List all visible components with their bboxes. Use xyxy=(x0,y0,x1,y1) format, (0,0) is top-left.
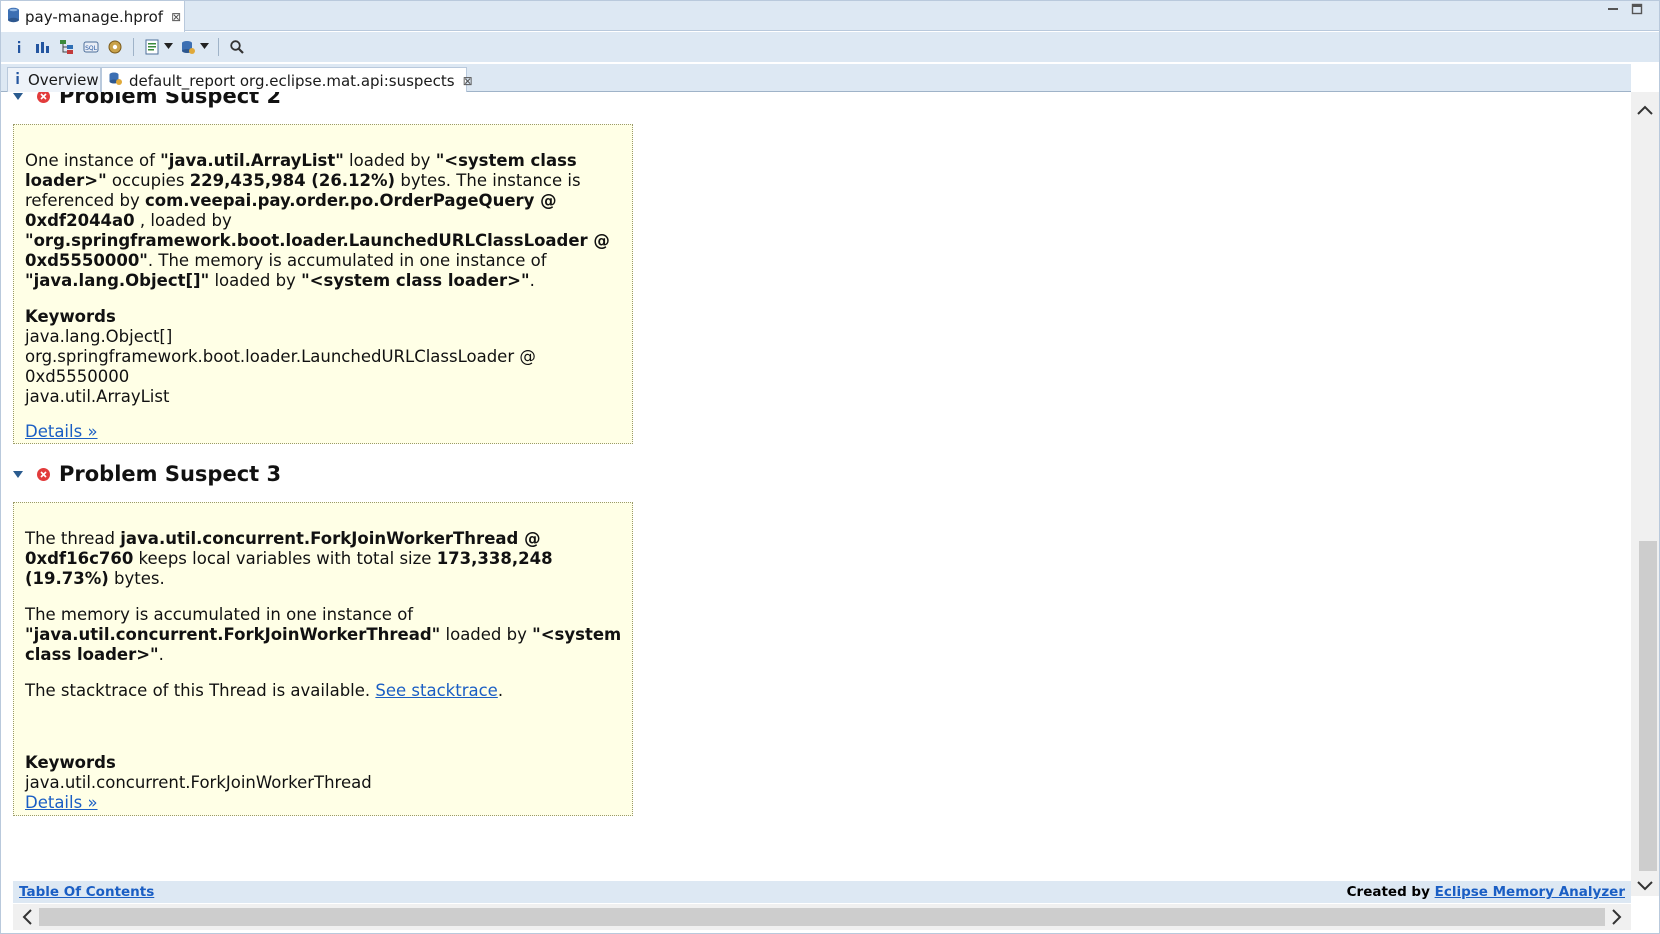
query-browser-icon[interactable] xyxy=(178,37,198,57)
report-icon xyxy=(108,71,123,90)
vertical-scrollbar[interactable] xyxy=(1631,92,1659,896)
table-of-contents-link[interactable]: Table Of Contents xyxy=(19,884,154,900)
horizontal-scrollbar[interactable] xyxy=(13,904,1631,930)
scroll-right-icon[interactable] xyxy=(1607,907,1627,927)
minimize-icon[interactable] xyxy=(1607,3,1619,18)
report-footer: Table Of Contents Created by Eclipse Mem… xyxy=(13,881,1631,903)
histogram-icon[interactable] xyxy=(33,37,53,57)
maximize-icon[interactable] xyxy=(1631,3,1643,18)
scroll-left-icon[interactable] xyxy=(17,907,37,927)
keywords-title: Keywords xyxy=(25,307,116,326)
tab-report-label: default_report org.eclipse.mat.api:suspe… xyxy=(129,71,455,90)
info-icon[interactable] xyxy=(9,37,29,57)
horizontal-scroll-thumb[interactable] xyxy=(39,908,1605,926)
toolbar: SQL xyxy=(1,32,1659,62)
report-icon[interactable] xyxy=(142,37,162,57)
close-tab-icon[interactable]: ⊠ xyxy=(171,10,181,24)
dominator-tree-icon[interactable] xyxy=(57,37,77,57)
suspect-3-stacktrace-note: The stacktrace of this Thread is availab… xyxy=(25,681,504,700)
keyword-item: org.springframework.boot.loader.Launched… xyxy=(25,347,536,386)
info-icon xyxy=(14,71,22,89)
eclipse-memory-analyzer-link[interactable]: Eclipse Memory Analyzer xyxy=(1435,884,1625,900)
report-content: Problem Suspect 2 One instance of "java.… xyxy=(1,92,1631,881)
keyword-item: java.util.ArrayList xyxy=(25,387,170,406)
svg-text:SQL: SQL xyxy=(85,45,98,52)
scroll-down-icon[interactable] xyxy=(1635,876,1655,896)
tab-overview[interactable]: Overview xyxy=(7,67,101,92)
suspect-3-summary: The thread java.util.concurrent.ForkJoin… xyxy=(25,529,553,588)
search-icon[interactable] xyxy=(227,37,247,57)
suspect-3-accumulation: The memory is accumulated in one instanc… xyxy=(25,605,622,664)
tab-overview-label: Overview xyxy=(28,71,99,89)
suspect-2-title: Problem Suspect 2 xyxy=(59,92,282,108)
close-tab-icon[interactable]: ⊠ xyxy=(463,74,473,88)
vertical-scroll-thumb[interactable] xyxy=(1639,541,1657,871)
toolbar-separator xyxy=(133,38,134,56)
editor-tabbar: pay-manage.hprof ⊠ xyxy=(1,1,1659,32)
oql-icon[interactable]: SQL xyxy=(81,37,101,57)
window-controls xyxy=(1607,3,1643,18)
toolbar-separator xyxy=(218,38,219,56)
tab-default-report[interactable]: default_report org.eclipse.mat.api:suspe… xyxy=(101,67,473,93)
keyword-item: java.lang.Object[] xyxy=(25,327,173,346)
error-icon xyxy=(37,467,50,481)
suspect-2-heading[interactable]: Problem Suspect 2 xyxy=(13,92,281,108)
see-stacktrace-link[interactable]: See stacktrace xyxy=(375,681,497,700)
result-tabs: Overview default_report org.eclipse.mat.… xyxy=(1,64,1631,93)
heap-dump-icon xyxy=(7,7,20,27)
mat-window: pay-manage.hprof ⊠ SQL Overview default_… xyxy=(0,0,1660,934)
keyword-item: java.util.concurrent.ForkJoinWorkerThrea… xyxy=(25,773,372,792)
suspect-3-heading[interactable]: Problem Suspect 3 xyxy=(13,462,281,486)
thread-icon[interactable] xyxy=(105,37,125,57)
collapse-toggle-icon[interactable] xyxy=(13,92,29,103)
error-icon xyxy=(37,92,50,103)
details-link[interactable]: Details » xyxy=(25,422,98,441)
created-by: Created by Eclipse Memory Analyzer xyxy=(1346,884,1625,900)
editor-tab-title: pay-manage.hprof xyxy=(25,7,164,26)
suspect-3-description: The thread java.util.concurrent.ForkJoin… xyxy=(13,502,633,816)
chevron-down-icon[interactable] xyxy=(162,42,174,52)
chevron-down-icon[interactable] xyxy=(198,42,210,52)
suspect-2-summary: One instance of "java.util.ArrayList" lo… xyxy=(25,151,610,290)
scroll-up-icon[interactable] xyxy=(1635,100,1655,120)
keywords-title: Keywords xyxy=(25,753,116,772)
suspect-2-description: One instance of "java.util.ArrayList" lo… xyxy=(13,124,633,444)
collapse-toggle-icon[interactable] xyxy=(13,468,29,481)
suspect-3-title: Problem Suspect 3 xyxy=(59,462,282,486)
details-link[interactable]: Details » xyxy=(25,793,98,812)
editor-tab-heap-dump[interactable]: pay-manage.hprof ⊠ xyxy=(1,1,185,32)
